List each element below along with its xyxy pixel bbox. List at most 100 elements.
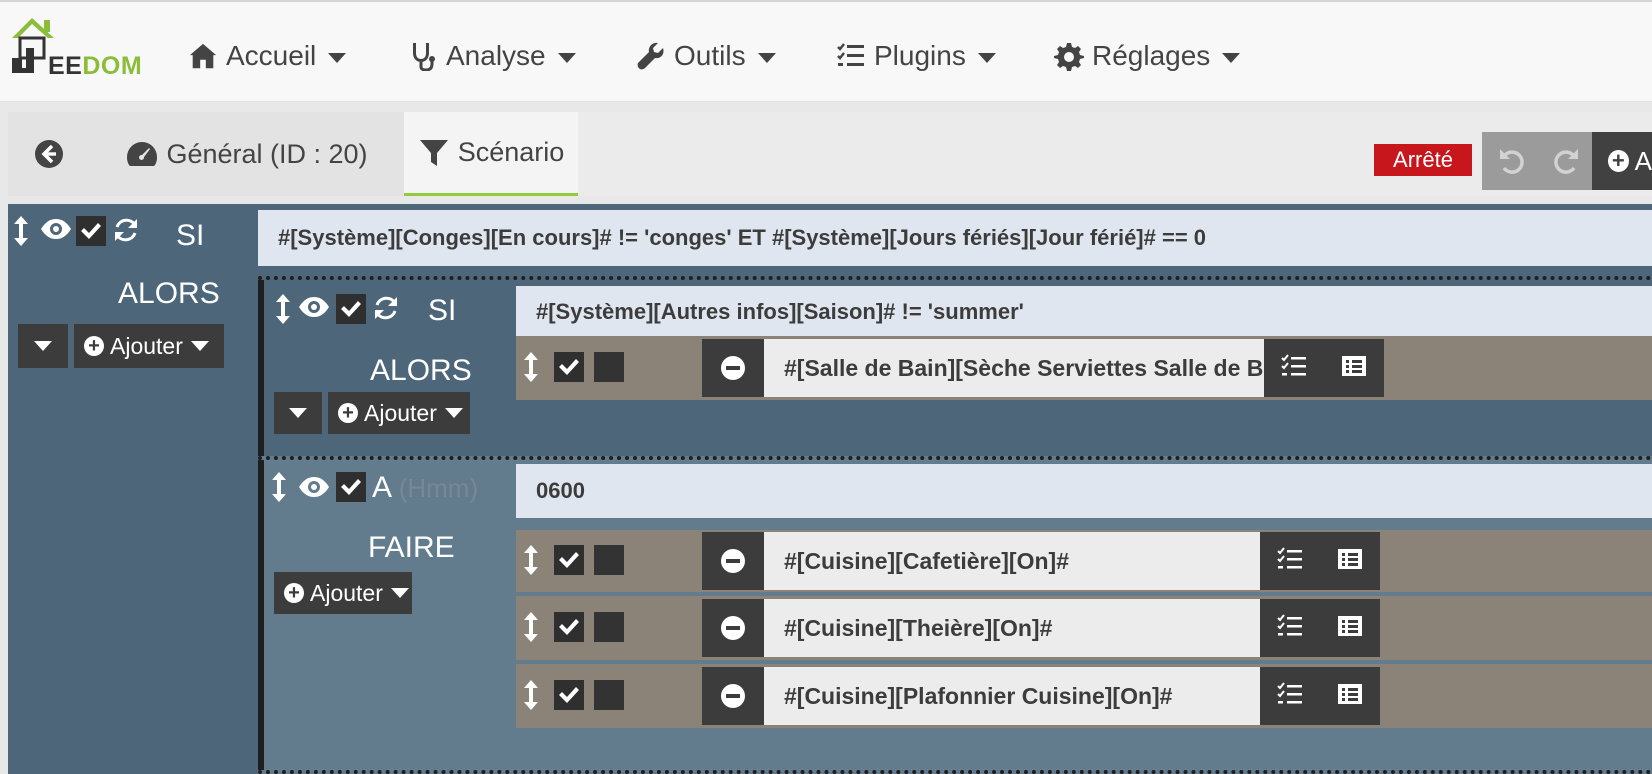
remove-action-button[interactable] bbox=[702, 339, 764, 397]
enable-checkbox[interactable] bbox=[554, 352, 584, 382]
parallel-checkbox[interactable] bbox=[594, 680, 624, 710]
undo-button[interactable] bbox=[1498, 146, 1526, 181]
enable-checkbox[interactable] bbox=[76, 216, 106, 246]
action-tools bbox=[1264, 339, 1384, 397]
refresh-icon bbox=[375, 296, 397, 320]
action-options-button[interactable] bbox=[1337, 614, 1363, 643]
select-command-button[interactable] bbox=[1277, 546, 1303, 576]
arrows-v-icon bbox=[524, 612, 538, 642]
parallel-checkbox[interactable] bbox=[594, 352, 624, 382]
drag-handle[interactable] bbox=[524, 545, 538, 575]
enable-checkbox[interactable] bbox=[554, 545, 584, 575]
refresh-button[interactable] bbox=[372, 294, 400, 322]
enable-checkbox[interactable] bbox=[554, 680, 584, 710]
action-options-button[interactable] bbox=[1337, 547, 1363, 576]
tab-general[interactable]: Général (ID : 20) bbox=[90, 112, 404, 196]
back-button[interactable] bbox=[8, 112, 90, 196]
tab-scenario[interactable]: Scénario bbox=[404, 112, 578, 196]
check-icon bbox=[81, 223, 101, 239]
enable-checkbox[interactable] bbox=[336, 472, 366, 502]
toggle-visibility-button[interactable] bbox=[298, 296, 330, 318]
time-field[interactable]: 0600 bbox=[516, 464, 1652, 518]
chevron-down-icon bbox=[289, 408, 307, 418]
list-alt-icon bbox=[1342, 355, 1366, 376]
list-alt-icon bbox=[1338, 548, 1362, 569]
drag-handle[interactable] bbox=[524, 680, 538, 710]
keyword-a-label: A bbox=[372, 471, 391, 504]
arrows-v-icon bbox=[524, 545, 538, 575]
tab-scenario-label: Scénario bbox=[457, 137, 565, 167]
list-alt-icon bbox=[1338, 615, 1362, 636]
parallel-checkbox[interactable] bbox=[594, 612, 624, 642]
chevron-down-icon bbox=[190, 341, 209, 351]
minus-circle-icon bbox=[721, 684, 745, 708]
nav-outils-label: Outils bbox=[674, 40, 746, 71]
drag-handle[interactable] bbox=[272, 472, 286, 502]
enable-checkbox[interactable] bbox=[554, 612, 584, 642]
nav-outils[interactable]: Outils bbox=[636, 36, 776, 76]
check-icon bbox=[559, 552, 579, 568]
remove-action-button[interactable] bbox=[702, 667, 764, 725]
home-icon bbox=[189, 43, 217, 69]
select-command-button[interactable] bbox=[1277, 681, 1303, 711]
undo-icon bbox=[1500, 149, 1524, 174]
action-options-button[interactable] bbox=[1341, 354, 1367, 383]
nav-accueil-label: Accueil bbox=[226, 40, 317, 71]
keyword-alors: ALORS bbox=[118, 277, 220, 310]
nav-plugins[interactable]: Plugins bbox=[836, 36, 996, 76]
parallel-checkbox[interactable] bbox=[594, 545, 624, 575]
add-action-button[interactable]: + Ajouter bbox=[74, 324, 224, 368]
minus-circle-icon bbox=[721, 356, 745, 380]
collapse-button[interactable] bbox=[274, 392, 322, 434]
enable-checkbox[interactable] bbox=[336, 294, 366, 324]
action-command-field[interactable]: #[Cuisine][Theière][On]# bbox=[764, 599, 1260, 657]
check-icon bbox=[559, 359, 579, 375]
arrows-v-icon bbox=[524, 680, 538, 710]
condition-field[interactable]: #[Système][Autres infos][Saison]# != 'su… bbox=[516, 286, 1652, 338]
add-action-label: Ajouter bbox=[110, 332, 183, 359]
select-command-button[interactable] bbox=[1281, 353, 1307, 383]
chevron-down-icon bbox=[1222, 53, 1241, 63]
redo-button[interactable] bbox=[1552, 146, 1580, 181]
add-action-label: Ajouter bbox=[310, 579, 383, 606]
select-command-button[interactable] bbox=[1277, 613, 1303, 643]
block-bar bbox=[258, 280, 264, 464]
drag-handle[interactable] bbox=[276, 294, 290, 324]
tachometer-icon bbox=[127, 142, 158, 166]
collapse-button[interactable] bbox=[18, 324, 68, 368]
drag-handle[interactable] bbox=[524, 612, 538, 642]
arrows-v-icon bbox=[524, 352, 538, 382]
scenario-editor: SI #[Système][Conges][En cours]# != 'con… bbox=[8, 204, 1652, 774]
chevron-down-icon bbox=[390, 588, 409, 598]
nav-accueil[interactable]: Accueil bbox=[188, 36, 347, 76]
action-command-field[interactable]: #[Cuisine][Plafonnier Cuisine][On]# bbox=[764, 667, 1260, 725]
remove-action-button[interactable] bbox=[702, 532, 764, 590]
drag-handle[interactable] bbox=[14, 216, 28, 246]
action-command-field[interactable]: #[Salle de Bain][Sèche Serviettes Salle … bbox=[764, 339, 1264, 397]
add-block-button[interactable]: + A bbox=[1592, 132, 1652, 190]
chevron-down-icon bbox=[977, 53, 996, 63]
nav-reglages[interactable]: Réglages bbox=[1054, 36, 1241, 76]
nav-analyse-label: Analyse bbox=[446, 40, 546, 71]
add-action-button[interactable]: + Ajouter bbox=[274, 572, 412, 614]
action-tools bbox=[1260, 599, 1380, 657]
eye-icon bbox=[299, 297, 329, 317]
refresh-button[interactable] bbox=[112, 216, 140, 244]
condition-field[interactable]: #[Système][Conges][En cours]# != 'conges… bbox=[258, 210, 1652, 266]
chevron-down-icon bbox=[328, 53, 347, 63]
jeedom-logo[interactable]: EEDOM bbox=[8, 14, 148, 80]
minus-circle-icon bbox=[721, 616, 745, 640]
toggle-visibility-button[interactable] bbox=[40, 218, 72, 240]
action-row: #[Cuisine][Plafonnier Cuisine][On]# bbox=[516, 664, 1652, 728]
action-tools bbox=[1260, 532, 1380, 590]
plus-circle-icon: + bbox=[284, 583, 304, 603]
action-command-field[interactable]: #[Cuisine][Cafetière][On]# bbox=[764, 532, 1260, 590]
action-options-button[interactable] bbox=[1337, 682, 1363, 711]
remove-action-button[interactable] bbox=[702, 599, 764, 657]
add-action-button[interactable]: + Ajouter bbox=[328, 392, 470, 434]
nav-analyse[interactable]: Analyse bbox=[408, 36, 576, 76]
arrows-v-icon bbox=[14, 216, 28, 246]
drag-handle[interactable] bbox=[524, 352, 538, 382]
refresh-icon bbox=[115, 218, 137, 242]
toggle-visibility-button[interactable] bbox=[298, 476, 330, 498]
